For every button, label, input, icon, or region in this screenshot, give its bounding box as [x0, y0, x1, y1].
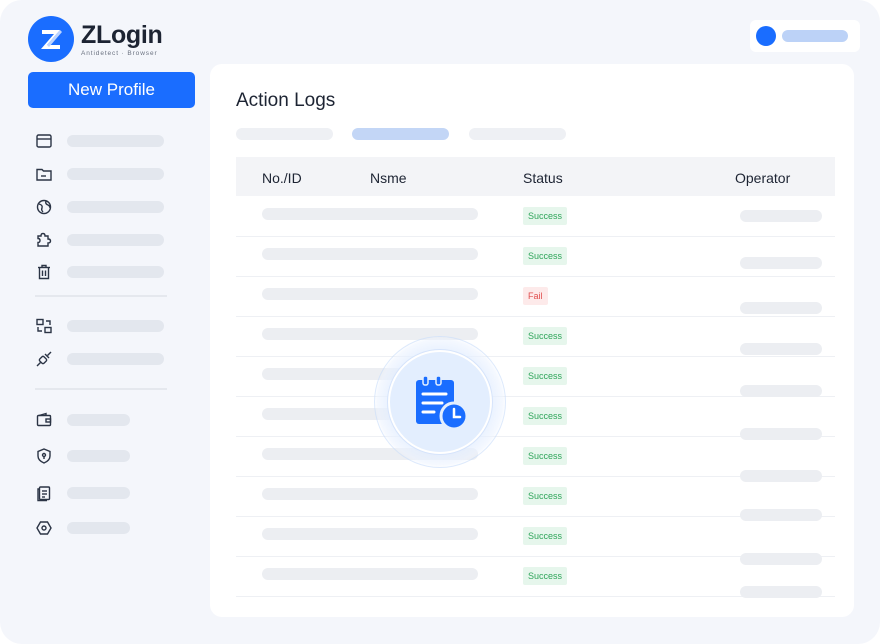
table-row[interactable]: Fail: [236, 277, 835, 317]
settings-hex-icon: [34, 518, 54, 538]
table-row[interactable]: Success: [236, 237, 835, 277]
sidebar-item-label: [67, 522, 130, 534]
row-operator-placeholder: [740, 210, 822, 222]
status-badge: Success: [523, 407, 568, 425]
page-title: Action Logs: [236, 90, 336, 111]
app-tagline: Antidetect · Browser: [81, 49, 158, 57]
security-shield-icon: [34, 446, 54, 466]
row-id-name-placeholder: [262, 528, 478, 540]
zlogin-logo-icon: [28, 16, 74, 62]
status-badge: Success: [523, 327, 568, 345]
row-id-name-placeholder: [262, 488, 478, 500]
main-panel: Action Logs No./ID Nsme Status Operator …: [210, 64, 854, 617]
sidebar-item-label: [67, 234, 164, 246]
filter-tab[interactable]: [236, 128, 333, 140]
extension-puzzle-icon: [34, 230, 54, 250]
sidebar-item-label: [67, 201, 164, 213]
status-badge: Success: [523, 527, 568, 545]
sidebar-item-label: [67, 320, 164, 332]
status-badge: Success: [523, 487, 568, 505]
app-name: ZLogin: [81, 20, 163, 49]
row-operator-placeholder: [740, 302, 822, 314]
column-header-status: Status: [523, 170, 563, 186]
row-id-name-placeholder: [262, 208, 478, 220]
row-id-name-placeholder: [262, 568, 478, 580]
sidebar-item-proxies[interactable]: [34, 197, 164, 217]
sidebar-divider: [35, 295, 167, 297]
status-badge: Success: [523, 247, 568, 265]
user-name-placeholder: [782, 30, 848, 42]
table-row[interactable]: Success: [236, 557, 835, 598]
sidebar-divider: [35, 388, 167, 390]
status-badge: Success: [523, 447, 568, 465]
sidebar-item-label: [67, 266, 164, 278]
sync-devices-icon: [34, 316, 54, 336]
row-id-name-placeholder: [262, 288, 478, 300]
browser-window-icon: [34, 131, 54, 151]
sidebar-item-settings[interactable]: [34, 518, 130, 538]
column-header-id: No./ID: [262, 170, 302, 186]
row-operator-placeholder: [740, 343, 822, 355]
sidebar-item-label: [67, 450, 130, 462]
user-menu[interactable]: [750, 20, 860, 52]
sidebar-item-api[interactable]: [34, 349, 164, 369]
avatar: [756, 26, 776, 46]
column-header-name: Nsme: [370, 170, 407, 186]
table-header: No./ID Nsme Status Operator: [236, 157, 835, 196]
status-badge: Success: [523, 367, 568, 385]
sidebar-item-label: [67, 487, 130, 499]
row-id-name-placeholder: [262, 248, 478, 260]
table-row[interactable]: Success: [236, 197, 835, 237]
sidebar-item-trash[interactable]: [34, 262, 164, 282]
globe-proxy-icon: [34, 197, 54, 217]
table-row[interactable]: Success: [236, 317, 835, 357]
filter-tab[interactable]: [469, 128, 566, 140]
sidebar-item-label: [67, 353, 164, 365]
row-operator-placeholder: [740, 385, 822, 397]
sidebar-item-sync[interactable]: [34, 316, 164, 336]
table-row[interactable]: Success: [236, 517, 835, 565]
table-row[interactable]: Success: [236, 477, 835, 521]
sidebar-item-logs[interactable]: [34, 483, 130, 503]
app-logo: ZLogin Antidetect · Browser: [28, 16, 163, 62]
table-row[interactable]: Success: [236, 437, 835, 482]
calendar-clock-icon: [388, 350, 492, 454]
app-frame: ZLogin Antidetect · Browser New Profile: [0, 0, 880, 644]
logs-document-icon: [34, 483, 54, 503]
filter-tab-active[interactable]: [352, 128, 449, 140]
sidebar-item-label: [67, 168, 164, 180]
folder-icon: [34, 164, 54, 184]
status-badge: Fail: [523, 287, 548, 305]
sidebar-item-wallet[interactable]: [34, 410, 130, 430]
trash-icon: [34, 262, 54, 282]
api-connector-icon: [34, 349, 54, 369]
column-header-operator: Operator: [735, 170, 791, 186]
status-badge: Success: [523, 567, 568, 585]
row-operator-placeholder: [740, 586, 822, 598]
sidebar-item-label: [67, 414, 130, 426]
row-operator-placeholder: [740, 257, 822, 269]
new-profile-button[interactable]: New Profile: [28, 72, 195, 108]
sidebar-item-groups[interactable]: [34, 164, 164, 184]
table-row[interactable]: Success: [236, 397, 835, 440]
wallet-icon: [34, 410, 54, 430]
sidebar-item-extensions[interactable]: [34, 230, 164, 250]
sidebar-item-label: [67, 135, 164, 147]
status-badge: Success: [523, 207, 568, 225]
sidebar-item-profiles[interactable]: [34, 131, 164, 151]
sidebar-item-security[interactable]: [34, 446, 130, 466]
table-row[interactable]: Success: [236, 357, 835, 397]
